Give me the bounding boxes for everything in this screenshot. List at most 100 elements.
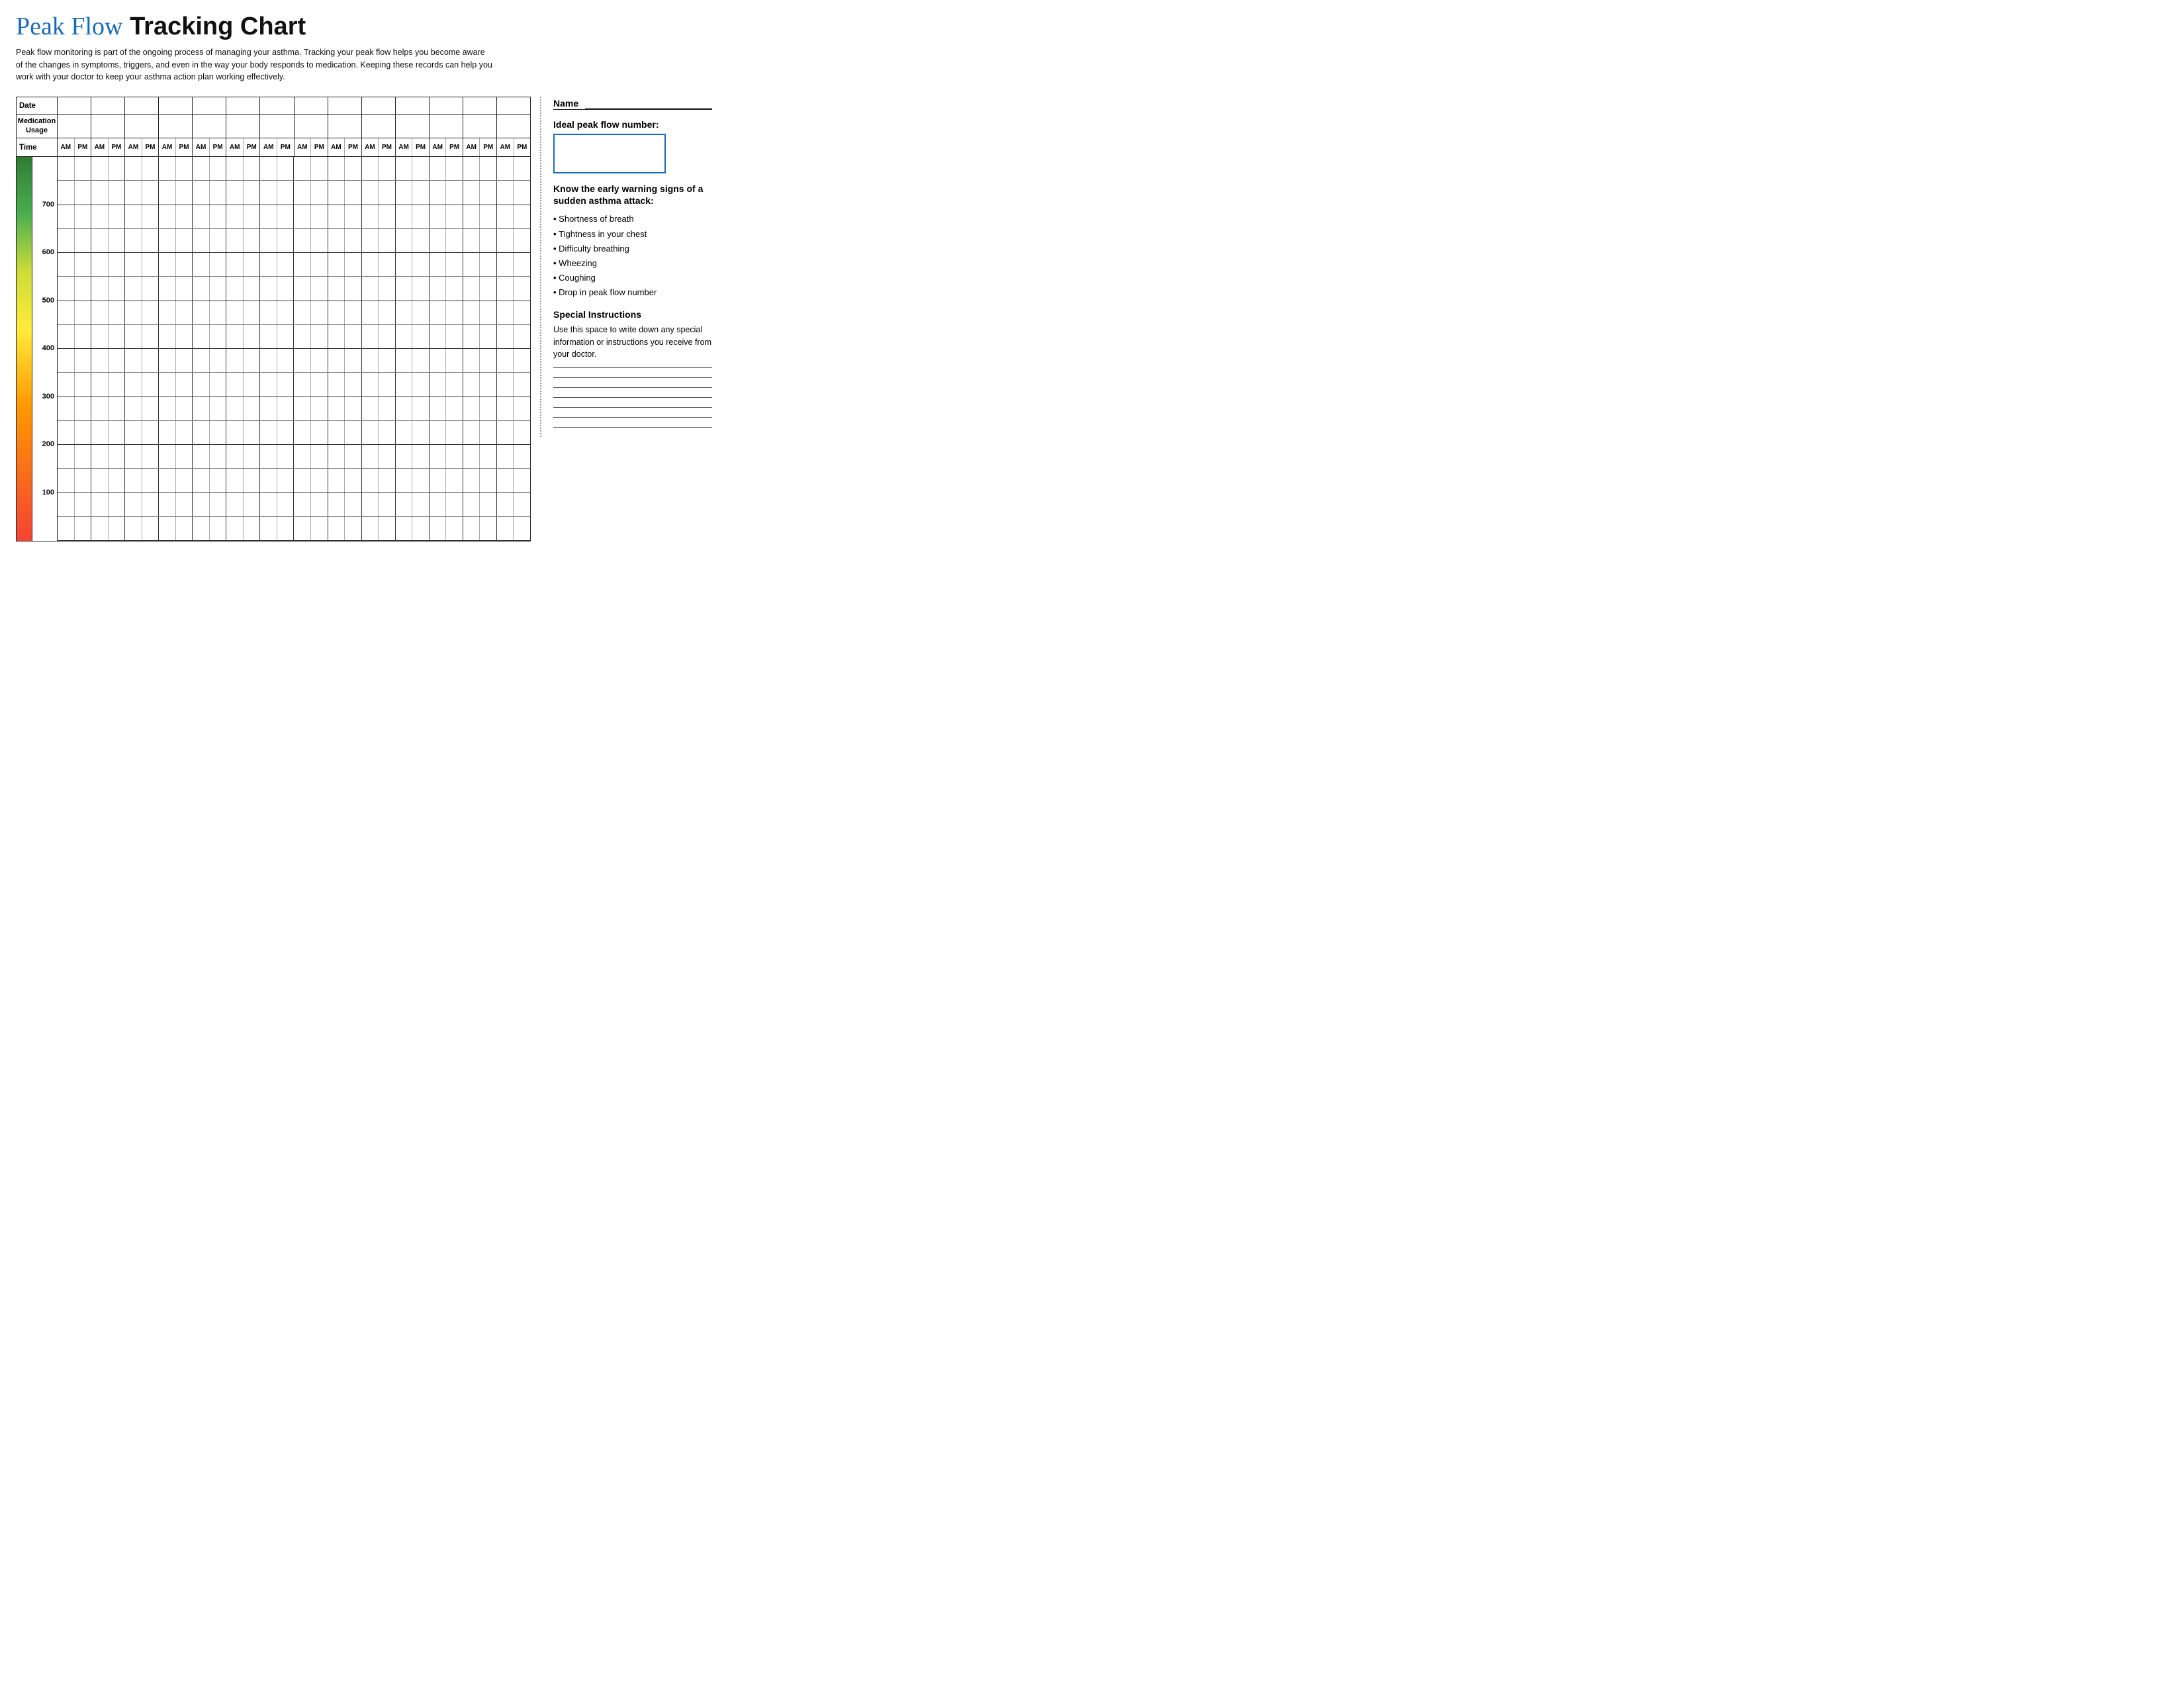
grid-cell: [294, 325, 311, 348]
grid-cell: [159, 421, 176, 444]
grid-cell: [362, 349, 379, 372]
am-pm-cell: AMPM: [125, 138, 159, 156]
grid-cell: [497, 397, 514, 420]
grid-cell: [328, 205, 345, 228]
grid-cell: [109, 205, 126, 228]
write-line[interactable]: [553, 417, 712, 418]
time-cells: AMPMAMPMAMPMAMPMAMPMAMPMAMPMAMPMAMPMAMPM…: [58, 138, 530, 156]
write-line[interactable]: [553, 397, 712, 398]
grid-cell: [142, 301, 159, 324]
grid-cell: [260, 205, 277, 228]
write-line[interactable]: [553, 367, 712, 368]
grid-cell: [91, 229, 109, 252]
y-axis-label: 700: [42, 201, 54, 209]
name-line[interactable]: [585, 97, 712, 109]
grid-cell: [514, 397, 530, 420]
grid-cell: [142, 469, 159, 492]
grid-cell: [58, 349, 75, 372]
grid-cell: [109, 445, 126, 468]
y-axis-label: 200: [42, 440, 54, 448]
grid-cell: [514, 301, 530, 324]
grid-cell: [277, 325, 295, 348]
grid-cell: [75, 253, 92, 276]
warning-item: Wheezing: [553, 256, 712, 271]
grid-cell: [480, 157, 497, 180]
grid-cell: [294, 181, 311, 204]
grid-cell: [210, 157, 227, 180]
grid-cell: [362, 205, 379, 228]
grid-cell: [379, 205, 396, 228]
grid-cell: [210, 205, 227, 228]
grid-cell: [91, 181, 109, 204]
grid-cell: [446, 469, 463, 492]
grid-cell: [91, 349, 109, 372]
grid-cell: [345, 397, 362, 420]
grid-cell: [159, 181, 176, 204]
grid-cell: [193, 157, 210, 180]
grid-cell: [277, 349, 295, 372]
grid-cell: [396, 181, 413, 204]
grid-cell: [480, 349, 497, 372]
grid-cell: [210, 517, 227, 540]
grid-cell: [226, 373, 244, 396]
grid-cell: [396, 253, 413, 276]
grid-cell: [463, 181, 480, 204]
grid-cell: [142, 493, 159, 516]
y-axis-label: 100: [42, 489, 54, 496]
grid-cell: [109, 301, 126, 324]
grid-cell: [210, 253, 227, 276]
grid-cell: [311, 397, 328, 420]
grid-cell: [176, 181, 193, 204]
grid-cell: [125, 229, 142, 252]
write-line[interactable]: [553, 427, 712, 428]
grid-cell: [362, 229, 379, 252]
grid-cell: [497, 325, 514, 348]
grid-cell: [328, 229, 345, 252]
grid-cell: [193, 205, 210, 228]
write-line[interactable]: [553, 407, 712, 408]
grid-cell: [463, 469, 480, 492]
grid-cell: [193, 421, 210, 444]
grid-cell: [430, 205, 447, 228]
grid-cell: [430, 493, 447, 516]
grid-cell: [176, 277, 193, 300]
grid-cell: [328, 277, 345, 300]
grid-cell: [75, 229, 92, 252]
am-pm-cell: AMPM: [91, 138, 125, 156]
warning-item: Difficulty breathing: [553, 242, 712, 256]
grid-cell: [176, 421, 193, 444]
grid-cell: [396, 373, 413, 396]
grid-cell: [463, 445, 480, 468]
grid-cell: [446, 421, 463, 444]
grid-cell: [463, 253, 480, 276]
grid-cell: [210, 469, 227, 492]
grid-cell: [159, 469, 176, 492]
grid-cell: [412, 493, 430, 516]
grid-cell: [210, 421, 227, 444]
grid-cell: [294, 517, 311, 540]
grid-cell: [463, 325, 480, 348]
am-pm-cell: AMPM: [362, 138, 396, 156]
grid-cell: [396, 229, 413, 252]
write-line[interactable]: [553, 377, 712, 378]
grid-cell: [193, 373, 210, 396]
grid-cell: [446, 253, 463, 276]
grid-row: [58, 517, 530, 541]
grid-cell: [396, 349, 413, 372]
grid-cell: [463, 157, 480, 180]
grid-cell: [58, 205, 75, 228]
grid-cell: [193, 181, 210, 204]
time-label: Time: [17, 138, 58, 156]
grid-cell: [463, 205, 480, 228]
grid-cell: [294, 373, 311, 396]
grid-cell: [226, 205, 244, 228]
grid-cell: [463, 517, 480, 540]
grid-cell: [396, 277, 413, 300]
ideal-box[interactable]: [553, 134, 666, 173]
grid-cell: [260, 277, 277, 300]
grid-cell: [379, 445, 396, 468]
grid-cell: [480, 373, 497, 396]
write-line[interactable]: [553, 387, 712, 388]
grid-cell: [109, 517, 126, 540]
grid-cell: [497, 253, 514, 276]
